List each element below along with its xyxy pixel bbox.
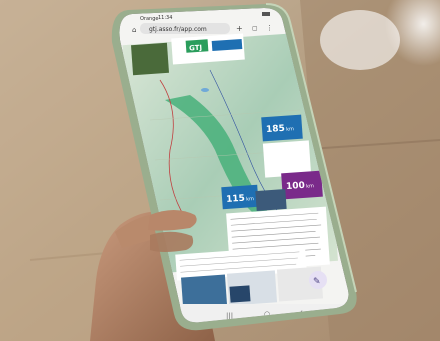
stat-2-number: 115 xyxy=(226,194,245,205)
stat-1-unit: km xyxy=(286,126,294,133)
bottom-photo-2-skier xyxy=(229,285,251,303)
index-finger xyxy=(148,210,197,231)
light-spot xyxy=(320,10,400,70)
stat-1-number: 185 xyxy=(266,124,285,135)
stat-3-number: 100 xyxy=(286,181,305,192)
url-text: gtj.asso.fr/app.com xyxy=(149,26,207,33)
status-time: 11:34 xyxy=(158,15,172,21)
status-carrier: Orange xyxy=(140,16,158,22)
header-photo xyxy=(130,42,170,76)
menu-icon[interactable]: ⋮ xyxy=(266,24,273,32)
photo-scene: Orange 11:34 gtj.asso.fr/app.com ⌂ + ▢ ⋮… xyxy=(0,0,440,341)
tabs-icon[interactable]: ▢ xyxy=(252,25,258,32)
lake-2 xyxy=(201,88,209,92)
header-blue-band xyxy=(211,38,243,52)
stat-2-unit: km xyxy=(246,196,254,203)
pencil-icon: ✎ xyxy=(313,277,321,287)
new-tab-icon[interactable]: + xyxy=(236,24,243,33)
gtj-logo-text: GTJ xyxy=(189,44,203,53)
photo-thumbnail xyxy=(255,188,287,212)
battery-icon xyxy=(262,12,270,16)
home-icon[interactable]: ⌂ xyxy=(132,26,136,34)
middle-finger xyxy=(150,231,194,252)
scene-svg: Orange 11:34 gtj.asso.fr/app.com ⌂ + ▢ ⋮… xyxy=(0,0,440,341)
bottom-photo-1 xyxy=(181,274,227,308)
stat-3-unit: km xyxy=(306,183,314,190)
